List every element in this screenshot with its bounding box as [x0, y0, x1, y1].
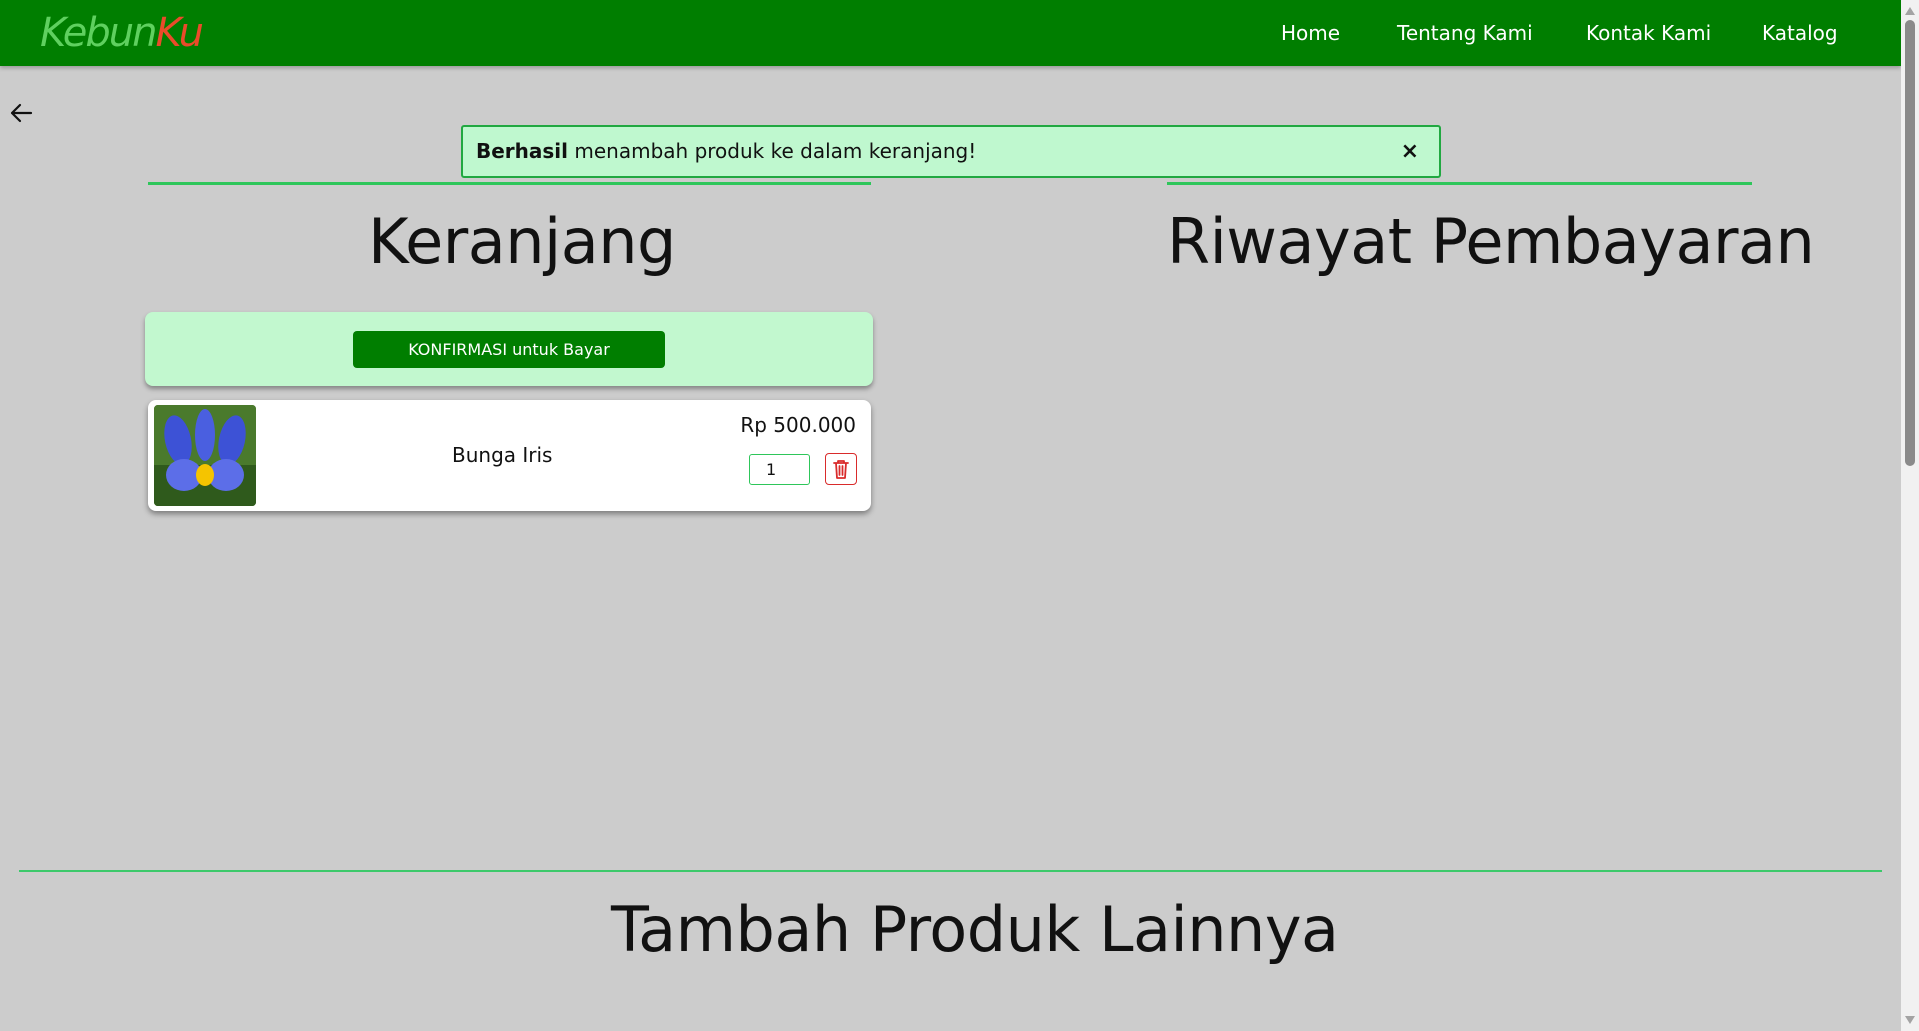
brand-part-kebun: Kebun	[40, 10, 158, 56]
close-icon[interactable]: ×	[1401, 127, 1419, 176]
nav-link-katalog[interactable]: Katalog	[1762, 20, 1838, 46]
navbar: KebunKu Home Tentang Kami Kontak Kami Ka…	[0, 0, 1901, 66]
product-image	[154, 405, 256, 506]
confirm-panel: KONFIRMASI untuk Bayar	[145, 312, 873, 386]
alert-bold-text: Berhasil	[476, 139, 569, 163]
product-name: Bunga Iris	[452, 443, 553, 467]
scrollbar[interactable]	[1901, 0, 1919, 1031]
scroll-up-icon[interactable]	[1905, 7, 1915, 15]
cart-divider	[148, 182, 871, 185]
brand-logo[interactable]: KebunKu	[40, 10, 204, 56]
page: KebunKu Home Tentang Kami Kontak Kami Ka…	[0, 0, 1919, 1031]
nav-link-home[interactable]: Home	[1281, 20, 1340, 46]
success-alert: Berhasil menambah produk ke dalam keranj…	[461, 125, 1441, 178]
cart-title: Keranjang	[368, 205, 676, 278]
quantity-input[interactable]	[749, 454, 810, 485]
confirm-pay-button[interactable]: KONFIRMASI untuk Bayar	[353, 331, 665, 368]
back-arrow-icon[interactable]	[8, 100, 34, 126]
scroll-thumb[interactable]	[1905, 20, 1915, 466]
product-price: Rp 500.000	[740, 413, 856, 437]
alert-message: menambah produk ke dalam keranjang!	[568, 139, 977, 163]
history-title: Riwayat Pembayaran	[1167, 205, 1815, 278]
cart-item: Bunga Iris Rp 500.000	[148, 400, 871, 511]
history-divider	[1167, 182, 1752, 185]
scroll-down-icon[interactable]	[1905, 1016, 1915, 1024]
nav-link-tentang-kami[interactable]: Tentang Kami	[1397, 20, 1533, 46]
nav-link-kontak-kami[interactable]: Kontak Kami	[1586, 20, 1711, 46]
trash-icon	[833, 460, 849, 479]
more-products-title: Tambah Produk Lainnya	[611, 893, 1339, 966]
more-products-divider	[19, 870, 1882, 872]
delete-button[interactable]	[825, 453, 857, 485]
brand-part-ku: Ku	[155, 10, 204, 56]
